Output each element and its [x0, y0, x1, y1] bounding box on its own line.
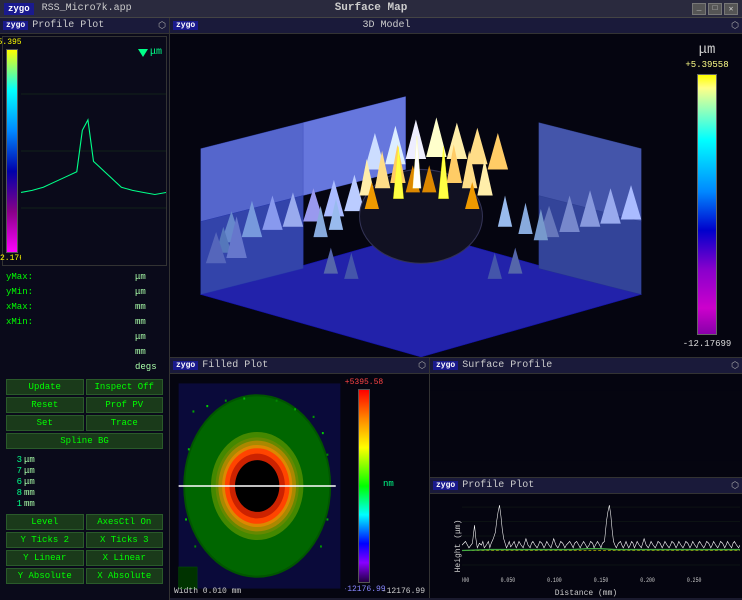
profile-bottom-chart: +4.00000 +2.50000 +1.00000 -0.50000 -2.0… — [462, 498, 740, 584]
profile-bottom-resize-icon[interactable]: ⬡ — [731, 481, 739, 491]
profile-plot-title: Profile Plot — [32, 20, 104, 31]
surface-profile-chart — [430, 374, 742, 477]
meas-unit-1: μm — [24, 455, 52, 465]
zygo-logo-filled: zygo — [173, 361, 198, 370]
ymax-row: yMax: μm — [6, 270, 163, 284]
meas-unit-3: μm — [24, 477, 52, 487]
xmax-unit: mm — [135, 302, 163, 312]
xmin-unit: mm — [135, 317, 163, 327]
x-absolute-button[interactable]: X Absolute — [86, 568, 164, 584]
unit-degs: degs — [135, 362, 163, 372]
surface-resize-icon[interactable]: ⬡ — [731, 361, 739, 371]
gradient-bar-left — [6, 49, 18, 253]
svg-text:0.000: 0.000 — [462, 577, 470, 584]
prof-pv-button[interactable]: Prof PV — [86, 397, 164, 413]
model-resize-icon[interactable]: ⬡ — [731, 21, 739, 31]
filled-bottom-value: -12176.99 — [382, 587, 425, 596]
minimize-button[interactable]: _ — [692, 3, 706, 15]
meas-val-5: 1 — [6, 499, 22, 509]
filled-scale-top-val: +5395.58 — [345, 378, 383, 387]
filled-plot-chart — [174, 378, 345, 594]
xmin-row: xMin: mm — [6, 315, 163, 329]
axes-ctl-button[interactable]: AxesCtl On — [86, 514, 164, 530]
filled-plot-title: Filled Plot — [202, 360, 268, 371]
meas-val-3: 6 — [6, 477, 22, 487]
unit-mm: mm — [135, 347, 163, 357]
filled-gradient-bar — [358, 389, 370, 583]
filled-nm-unit: nm — [383, 479, 425, 489]
svg-text:0.050: 0.050 — [501, 577, 516, 584]
y-ticks-2-button[interactable]: Y Ticks 2 — [6, 532, 84, 548]
ymin-row: yMin: μm — [6, 285, 163, 299]
window-title: Surface Map — [335, 2, 408, 14]
meas-val-1: 3 — [6, 455, 22, 465]
xmax-row: xMax: mm — [6, 300, 163, 314]
maximize-button[interactable]: □ — [708, 3, 722, 15]
svg-text:0.150: 0.150 — [594, 577, 609, 584]
filled-resize-icon[interactable]: ⬡ — [418, 361, 426, 371]
scale-triangle-icon — [138, 49, 148, 57]
model-gradient-bar — [697, 74, 717, 335]
ymin-unit: μm — [135, 287, 163, 297]
unit-um-row: μm — [6, 330, 163, 344]
ymin-label: yMin: — [6, 287, 42, 297]
svg-text:0.200: 0.200 — [640, 577, 655, 584]
model-3d-title: 3D Model — [363, 20, 411, 31]
profile-unit-label: μm — [150, 47, 162, 58]
app-title: RSS_Micro7k.app — [42, 3, 132, 14]
xmin-label: xMin: — [6, 317, 42, 327]
set-button[interactable]: Set — [6, 415, 84, 431]
close-button[interactable]: ✕ — [724, 3, 738, 15]
zygo-logo-left: zygo — [3, 21, 28, 30]
update-button[interactable]: Update — [6, 379, 84, 395]
meas-val-2: 7 — [6, 466, 22, 476]
x-ticks-3-button[interactable]: X Ticks 3 — [86, 532, 164, 548]
unit-mm-row: mm — [6, 345, 163, 359]
svg-text:0.100: 0.100 — [547, 577, 562, 584]
zygo-logo-3d: zygo — [173, 21, 198, 30]
ymax-label: yMax: — [6, 272, 42, 282]
model-scale-bottom: -12.17699 — [683, 339, 732, 349]
y-linear-button[interactable]: Y Linear — [6, 550, 84, 566]
x-linear-button[interactable]: X Linear — [86, 550, 164, 566]
spline-bg-button[interactable]: Spline BG — [6, 433, 163, 449]
panel-resize-icon[interactable]: ⬡ — [158, 21, 166, 31]
unit-um: μm — [135, 332, 163, 342]
zygo-logo: zygo — [4, 3, 34, 15]
3d-model-chart — [170, 34, 672, 357]
meas-unit-2: μm — [24, 466, 52, 476]
profile-plot-bottom-title: Profile Plot — [462, 480, 534, 491]
ymax-unit: μm — [135, 272, 163, 282]
meas-val-4: 8 — [6, 488, 22, 498]
zygo-logo-surface: zygo — [433, 361, 458, 370]
trace-button[interactable]: Trace — [86, 415, 164, 431]
surface-profile-title: Surface Profile — [462, 360, 552, 371]
meas-unit-4: mm — [24, 488, 52, 498]
svg-text:0.250: 0.250 — [687, 577, 702, 584]
xmax-label: xMax: — [6, 302, 42, 312]
filled-width-label: Width 0.010 mm — [174, 587, 241, 596]
profile-y-axis-label: Height (μm) — [454, 520, 463, 573]
zygo-logo-profile-bottom: zygo — [433, 481, 458, 490]
unit-degs-row: degs — [6, 360, 163, 374]
profile-chart — [21, 37, 166, 265]
reset-button[interactable]: Reset — [6, 397, 84, 413]
model-scale-top: +5.39558 — [685, 60, 728, 70]
meas-unit-5: mm — [24, 499, 52, 509]
profile-x-axis-label: Distance (mm) — [555, 589, 617, 598]
level-button[interactable]: Level — [6, 514, 84, 530]
inspect-off-button[interactable]: Inspect Off — [86, 379, 164, 395]
model-scale-unit: μm — [699, 42, 716, 58]
y-absolute-button[interactable]: Y Absolute — [6, 568, 84, 584]
